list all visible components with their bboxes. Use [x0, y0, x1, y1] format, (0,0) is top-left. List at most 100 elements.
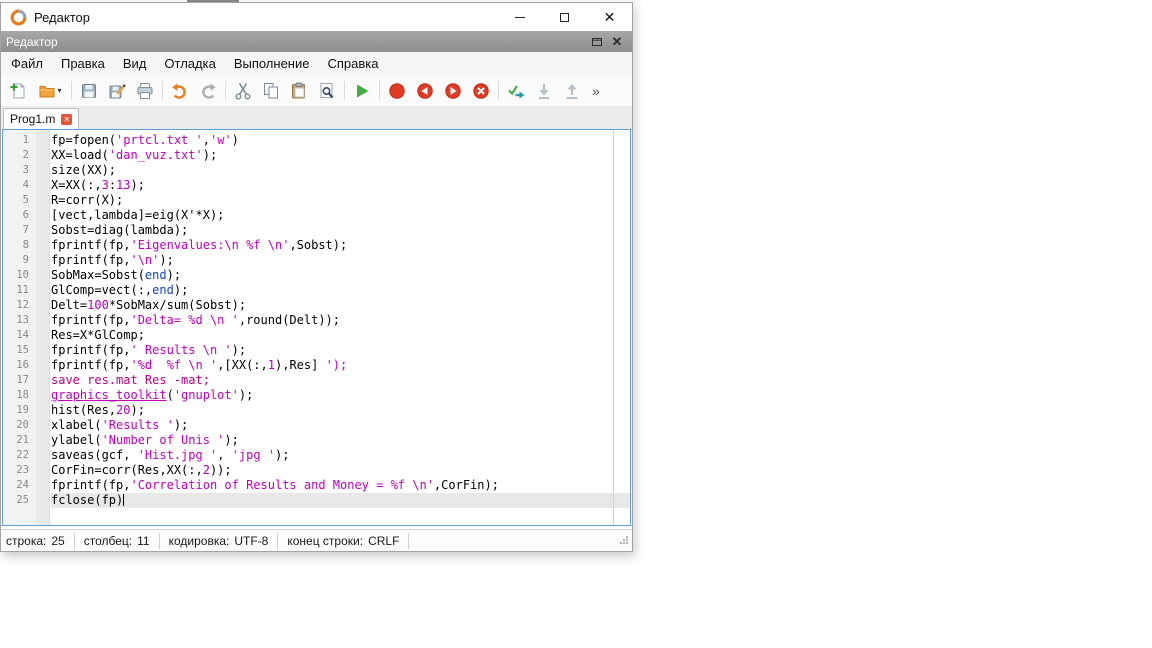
code-text[interactable]: SobMax=Sobst(end);	[51, 268, 630, 283]
code-line[interactable]: 11 GlComp=vect(:,end);	[3, 283, 630, 298]
cut-button[interactable]	[230, 78, 256, 104]
code-text[interactable]: fprintf(fp,'Delta= %d \n ',round(Delt));	[51, 313, 630, 328]
code-text[interactable]: fp=fopen('prtcl.txt ','w')	[51, 133, 630, 148]
line-number[interactable]: 16	[3, 358, 36, 373]
line-number[interactable]: 23	[3, 463, 36, 478]
code-text[interactable]: ylabel('Number of Unis ');	[51, 433, 630, 448]
code-line[interactable]: 23 CorFin=corr(Res,XX(:,2));	[3, 463, 630, 478]
code-line[interactable]: 9fprintf(fp,'\n');	[3, 253, 630, 268]
save-as-button[interactable]	[104, 78, 130, 104]
code-text[interactable]: hist(Res,20);	[51, 403, 630, 418]
code-text[interactable]: fprintf(fp,' Results \n ');	[51, 343, 630, 358]
code-line[interactable]: 17 save res.mat Res -mat;	[3, 373, 630, 388]
line-number[interactable]: 22	[3, 448, 36, 463]
code-line[interactable]: 22 saveas(gcf, 'Hist.jpg ', 'jpg ');	[3, 448, 630, 463]
find-button[interactable]	[314, 78, 340, 104]
code-line[interactable]: 18 graphics_toolkit('gnuplot');	[3, 388, 630, 403]
code-line[interactable]: 14 Res=X*GlComp;	[3, 328, 630, 343]
menu-run[interactable]: Выполнение	[225, 53, 319, 74]
code-line[interactable]: 19 hist(Res,20);	[3, 403, 630, 418]
paste-button[interactable]	[286, 78, 312, 104]
code-text[interactable]: CorFin=corr(Res,XX(:,2));	[51, 463, 630, 478]
close-panel-button[interactable]: ✕	[607, 33, 627, 51]
code-line[interactable]: 5 R=corr(X);	[3, 193, 630, 208]
code-line[interactable]: 1 fp=fopen('prtcl.txt ','w')	[3, 133, 630, 148]
line-number[interactable]: 24	[3, 478, 36, 493]
line-number[interactable]: 9	[3, 253, 36, 268]
tab-prog1[interactable]: Prog1.m ✕	[3, 108, 79, 129]
copy-button[interactable]	[258, 78, 284, 104]
step-out-button[interactable]	[559, 78, 585, 104]
close-button[interactable]: ✕	[587, 3, 632, 31]
menu-help[interactable]: Справка	[318, 53, 387, 74]
code-line[interactable]: 20 xlabel('Results ');	[3, 418, 630, 433]
code-text[interactable]: saveas(gcf, 'Hist.jpg ', 'jpg ');	[51, 448, 630, 463]
code-line[interactable]: 6[vect,lambda]=eig(X'*X);	[3, 208, 630, 223]
run-button[interactable]	[349, 78, 375, 104]
line-number[interactable]: 21	[3, 433, 36, 448]
code-text[interactable]: fprintf(fp,'Correlation of Results and M…	[51, 478, 630, 493]
panel-title-bar[interactable]: Редактор ✕	[1, 31, 632, 52]
line-number[interactable]: 4	[3, 178, 36, 193]
tab-close-icon[interactable]: ✕	[61, 114, 72, 125]
menu-edit[interactable]: Правка	[52, 53, 114, 74]
line-number[interactable]: 13	[3, 313, 36, 328]
line-number[interactable]: 1	[3, 133, 36, 148]
code-text[interactable]: xlabel('Results ');	[51, 418, 630, 433]
code-text[interactable]: save res.mat Res -mat;	[51, 373, 630, 388]
vertical-scrollbar[interactable]	[613, 130, 630, 525]
line-number[interactable]: 19	[3, 403, 36, 418]
undock-button[interactable]	[587, 33, 607, 51]
code-text[interactable]: Res=X*GlComp;	[51, 328, 630, 343]
code-line[interactable]: 13 fprintf(fp,'Delta= %d \n ',round(Delt)…	[3, 313, 630, 328]
line-number[interactable]: 15	[3, 343, 36, 358]
code-text[interactable]: size(XX);	[51, 163, 630, 178]
line-number[interactable]: 17	[3, 373, 36, 388]
line-number[interactable]: 5	[3, 193, 36, 208]
code-line[interactable]: 21 ylabel('Number of Unis ');	[3, 433, 630, 448]
line-number[interactable]: 6	[3, 208, 36, 223]
code-text[interactable]: fprintf(fp,'Eigenvalues:\n %f \n',Sobst)…	[51, 238, 630, 253]
menu-view[interactable]: Вид	[114, 53, 156, 74]
code-text[interactable]: Sobst=diag(lambda);	[51, 223, 630, 238]
code-text[interactable]: XX=load('dan_vuz.txt');	[51, 148, 630, 163]
title-bar[interactable]: Редактор ✕	[1, 3, 632, 31]
new-file-button[interactable]	[5, 78, 31, 104]
step-in-button[interactable]	[531, 78, 557, 104]
code-line[interactable]: 10 SobMax=Sobst(end);	[3, 268, 630, 283]
save-button[interactable]	[76, 78, 102, 104]
code-line[interactable]: 24 fprintf(fp,'Correlation of Results and…	[3, 478, 630, 493]
code-text[interactable]: GlComp=vect(:,end);	[51, 283, 630, 298]
line-number[interactable]: 7	[3, 223, 36, 238]
line-number[interactable]: 11	[3, 283, 36, 298]
line-number[interactable]: 2	[3, 148, 36, 163]
code-text[interactable]: R=corr(X);	[51, 193, 630, 208]
minimize-button[interactable]	[497, 3, 542, 31]
undo-button[interactable]	[167, 78, 193, 104]
open-file-button[interactable]: ▾	[33, 78, 67, 104]
print-button[interactable]	[132, 78, 158, 104]
line-number[interactable]: 12	[3, 298, 36, 313]
code-text[interactable]: Delt=100*SobMax/sum(Sobst);	[51, 298, 630, 313]
code-line[interactable]: 7 Sobst=diag(lambda);	[3, 223, 630, 238]
line-number[interactable]: 20	[3, 418, 36, 433]
line-number[interactable]: 8	[3, 238, 36, 253]
code-line[interactable]: 4X=XX(:,3:13);	[3, 178, 630, 193]
code-text[interactable]: fclose(fp)	[51, 493, 630, 508]
line-number[interactable]: 14	[3, 328, 36, 343]
code-line[interactable]: 16 fprintf(fp,'%d %f \n ',[XX(:,1),Res] '…	[3, 358, 630, 373]
resize-grip[interactable]	[619, 534, 629, 548]
line-number[interactable]: 18	[3, 388, 36, 403]
code-line[interactable]: 15 fprintf(fp,' Results \n ');	[3, 343, 630, 358]
maximize-button[interactable]	[542, 3, 587, 31]
code-editor[interactable]: 1 fp=fopen('prtcl.txt ','w') 2 XX=load('dan…	[2, 129, 631, 526]
code-line[interactable]: 8 fprintf(fp,'Eigenvalues:\n %f \n',Sobst…	[3, 238, 630, 253]
code-line[interactable]: 3size(XX);	[3, 163, 630, 178]
next-breakpoint-button[interactable]	[440, 78, 466, 104]
code-text[interactable]: graphics_toolkit('gnuplot');	[51, 388, 630, 403]
previous-breakpoint-button[interactable]	[412, 78, 438, 104]
line-number[interactable]: 10	[3, 268, 36, 283]
code-text[interactable]: fprintf(fp,'%d %f \n ',[XX(:,1),Res] ');	[51, 358, 630, 373]
redo-button[interactable]	[195, 78, 221, 104]
code-line[interactable]: 2 XX=load('dan_vuz.txt');	[3, 148, 630, 163]
